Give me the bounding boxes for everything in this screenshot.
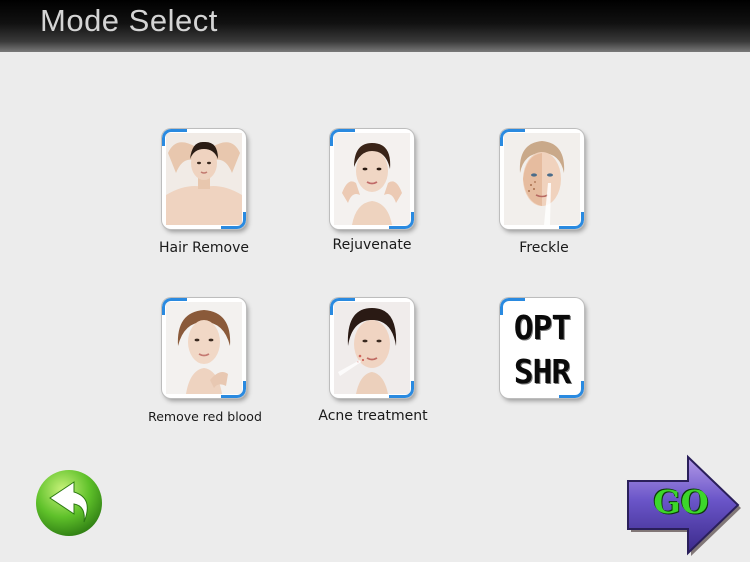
mode-tile-rejuvenate[interactable] [330,129,414,229]
tile-accent [221,381,246,398]
mode-tile-acne-treatment[interactable] [330,298,414,398]
mode-label-hair-remove: Hair Remove [158,240,249,256]
mode-label-freckle: Freckle [519,240,569,256]
back-arrow-icon [36,470,102,536]
tile-accent [559,212,584,229]
mode-tile-hair-remove[interactable] [162,129,246,229]
tile-accent [500,129,525,146]
tile-accent [500,298,525,315]
mode-label-remove-red-blood: Remove red blood [148,409,262,424]
tile-accent [162,298,187,315]
tile-accent [389,381,414,398]
tile-accent [162,129,187,146]
back-button[interactable] [34,468,104,538]
mode-label-rejuvenate: Rejuvenate [332,237,412,253]
tile-accent [389,212,414,229]
tile-accent [330,129,355,146]
mode-tile-freckle[interactable] [500,129,584,229]
mode-tile-remove-red-blood[interactable] [162,298,246,398]
go-button[interactable]: GO [624,453,742,557]
go-label: GO [653,483,709,521]
tile-accent [221,212,246,229]
page-title: Mode Select [40,3,218,38]
tile-accent [330,298,355,315]
tile-accent [559,381,584,398]
mode-tile-opt-shr[interactable]: OPT SHR [500,298,584,398]
title-bar: Mode Select [0,0,750,52]
mode-label-acne-treatment: Acne treatment [318,408,428,424]
